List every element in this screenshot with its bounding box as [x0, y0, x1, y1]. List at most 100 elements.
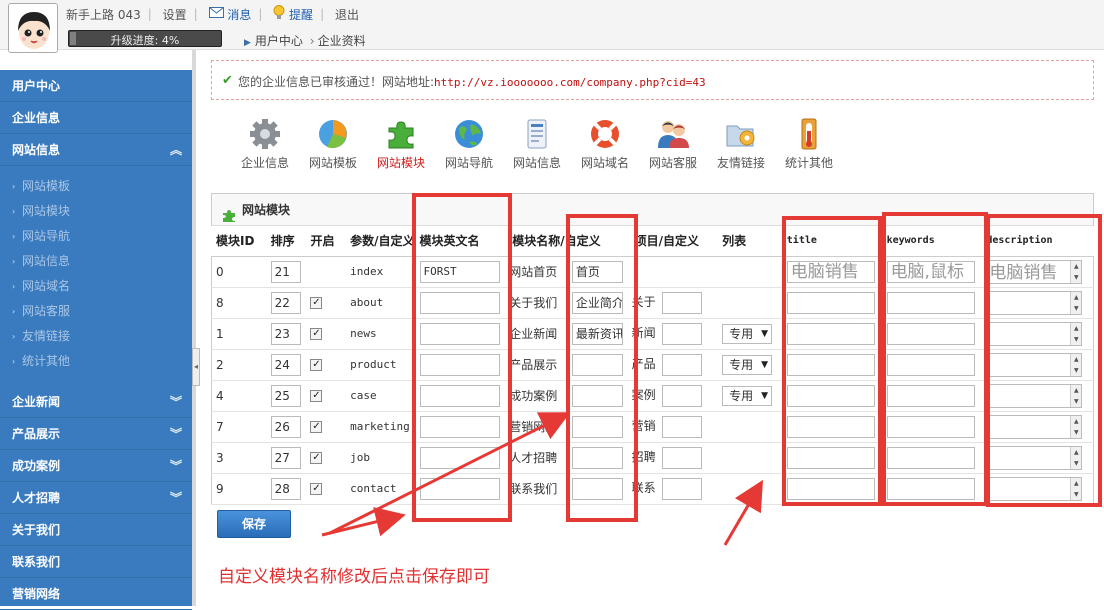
item-custom-input[interactable]	[661, 384, 702, 407]
sidebar-item-user-center[interactable]: 用户中心	[0, 70, 192, 102]
module-custom-input[interactable]	[571, 384, 623, 407]
module-custom-input[interactable]	[571, 446, 623, 469]
module-custom-input[interactable]: 最新资讯	[571, 322, 623, 345]
item-custom-input[interactable]	[661, 353, 702, 376]
module-custom-input[interactable]	[571, 353, 623, 376]
enabled-checkbox[interactable]: ✓	[310, 452, 323, 464]
sidebar-collapse-handle[interactable]: ◂	[192, 348, 200, 386]
title-input[interactable]	[786, 291, 875, 314]
sidebar-sub-site-service[interactable]: › 网站客服	[0, 299, 192, 324]
scrollbar-arrows-icon[interactable]: ▲ ▼	[1070, 353, 1082, 376]
order-input[interactable]: 24	[270, 353, 301, 376]
keywords-input[interactable]	[886, 477, 975, 500]
sidebar-item-products[interactable]: 产品展示 ︾	[0, 418, 192, 450]
sidebar-item-about[interactable]: 关于我们	[0, 514, 192, 546]
nav-site-template[interactable]: 网站模板	[299, 118, 367, 171]
title-input[interactable]	[786, 384, 875, 407]
keywords-input[interactable]	[886, 291, 975, 314]
messages-link[interactable]: 消息	[227, 6, 251, 23]
item-custom-input[interactable]	[661, 477, 702, 500]
description-textarea[interactable]: ▲ ▼	[986, 383, 1083, 408]
keywords-input[interactable]: 电脑,鼠标	[886, 260, 975, 283]
item-custom-input[interactable]	[661, 322, 702, 345]
english-name-input[interactable]	[419, 446, 500, 469]
description-textarea[interactable]: ▲ ▼	[986, 414, 1083, 439]
scrollbar-arrows-icon[interactable]: ▲ ▼	[1070, 322, 1082, 345]
nav-site-info[interactable]: 网站信息	[503, 118, 571, 171]
keywords-input[interactable]	[886, 322, 975, 345]
sidebar-sub-stats[interactable]: › 统计其他	[0, 349, 192, 374]
scrollbar-arrows-icon[interactable]: ▲ ▼	[1070, 291, 1082, 314]
english-name-input[interactable]	[419, 384, 500, 407]
english-name-input[interactable]: FORST	[419, 260, 500, 283]
site-url-link[interactable]: http://vz.iooooooo.com/company.php?cid=4…	[434, 76, 706, 89]
title-input[interactable]	[786, 322, 875, 345]
sidebar-sub-site-template[interactable]: › 网站模板	[0, 174, 192, 199]
description-textarea[interactable]: ▲ ▼	[986, 352, 1083, 377]
order-input[interactable]: 27	[270, 446, 301, 469]
title-input[interactable]	[786, 446, 875, 469]
sidebar-sub-site-domain[interactable]: › 网站域名	[0, 274, 192, 299]
enabled-checkbox[interactable]: ✓	[310, 297, 323, 309]
list-select[interactable]: 专用 ▼	[722, 385, 773, 406]
order-input[interactable]: 26	[270, 415, 301, 438]
order-input[interactable]: 22	[270, 291, 301, 314]
nav-friend-links[interactable]: 友情链接	[707, 118, 775, 171]
english-name-input[interactable]	[419, 322, 500, 345]
enabled-checkbox[interactable]: ✓	[310, 390, 323, 402]
order-input[interactable]: 23	[270, 322, 301, 345]
description-textarea[interactable]: ▲ ▼	[986, 476, 1083, 501]
english-name-input[interactable]	[419, 353, 500, 376]
nav-company-info[interactable]: 企业信息	[231, 118, 299, 171]
item-custom-input[interactable]	[661, 291, 702, 314]
title-input[interactable]	[786, 353, 875, 376]
sidebar-item-jobs[interactable]: 人才招聘 ︾	[0, 482, 192, 514]
sidebar-item-cases[interactable]: 成功案例 ︾	[0, 450, 192, 482]
scrollbar-arrows-icon[interactable]: ▲ ▼	[1070, 384, 1082, 407]
sidebar-item-marketing[interactable]: 营销网络	[0, 578, 192, 610]
avatar[interactable]	[8, 3, 58, 53]
title-input[interactable]	[786, 415, 875, 438]
sidebar-item-company-info[interactable]: 企业信息	[0, 102, 192, 134]
sidebar-sub-site-info[interactable]: › 网站信息	[0, 249, 192, 274]
sidebar-sub-friend-links[interactable]: › 友情链接	[0, 324, 192, 349]
keywords-input[interactable]	[886, 415, 975, 438]
english-name-input[interactable]	[419, 415, 500, 438]
sidebar-sub-site-nav[interactable]: › 网站导航	[0, 224, 192, 249]
item-custom-input[interactable]	[661, 415, 702, 438]
list-select[interactable]: 专用 ▼	[722, 323, 773, 344]
sidebar-item-news[interactable]: 企业新闻 ︾	[0, 386, 192, 418]
sidebar-item-site-info[interactable]: 网站信息 ︽	[0, 134, 192, 166]
module-custom-input[interactable]	[571, 477, 623, 500]
enabled-checkbox[interactable]: ✓	[310, 421, 323, 433]
scrollbar-arrows-icon[interactable]: ▲ ▼	[1070, 477, 1082, 500]
sidebar-sub-site-module[interactable]: › 网站模块	[0, 199, 192, 224]
description-textarea[interactable]: 电脑销售公司▲▼	[986, 259, 1083, 284]
item-custom-input[interactable]	[661, 446, 702, 469]
module-custom-input[interactable]: 首页	[571, 260, 623, 283]
nav-site-module[interactable]: 网站模块	[367, 118, 435, 171]
description-textarea[interactable]: ▲ ▼	[986, 321, 1083, 346]
nav-stats[interactable]: 统计其他	[775, 118, 843, 171]
keywords-input[interactable]	[886, 384, 975, 407]
order-input[interactable]: 28	[270, 477, 301, 500]
nav-site-nav[interactable]: 网站导航	[435, 118, 503, 171]
nav-site-service[interactable]: 网站客服	[639, 118, 707, 171]
list-select[interactable]: 专用 ▼	[722, 354, 773, 375]
enabled-checkbox[interactable]: ✓	[310, 359, 323, 371]
scrollbar-arrows-icon[interactable]: ▲ ▼	[1070, 446, 1082, 469]
english-name-input[interactable]	[419, 291, 500, 314]
settings-link[interactable]: 设置	[163, 6, 187, 23]
order-input[interactable]: 25	[270, 384, 301, 407]
save-button[interactable]: 保存	[217, 510, 291, 538]
nav-site-domain[interactable]: 网站域名	[571, 118, 639, 171]
keywords-input[interactable]	[886, 353, 975, 376]
enabled-checkbox[interactable]: ✓	[310, 328, 323, 340]
module-custom-input[interactable]: 企业简介	[571, 291, 623, 314]
keywords-input[interactable]	[886, 446, 975, 469]
sidebar-item-contact[interactable]: 联系我们	[0, 546, 192, 578]
title-input[interactable]	[786, 477, 875, 500]
description-textarea[interactable]: ▲ ▼	[986, 290, 1083, 315]
order-input[interactable]: 21	[270, 260, 301, 283]
title-input[interactable]: 电脑销售	[786, 260, 875, 283]
